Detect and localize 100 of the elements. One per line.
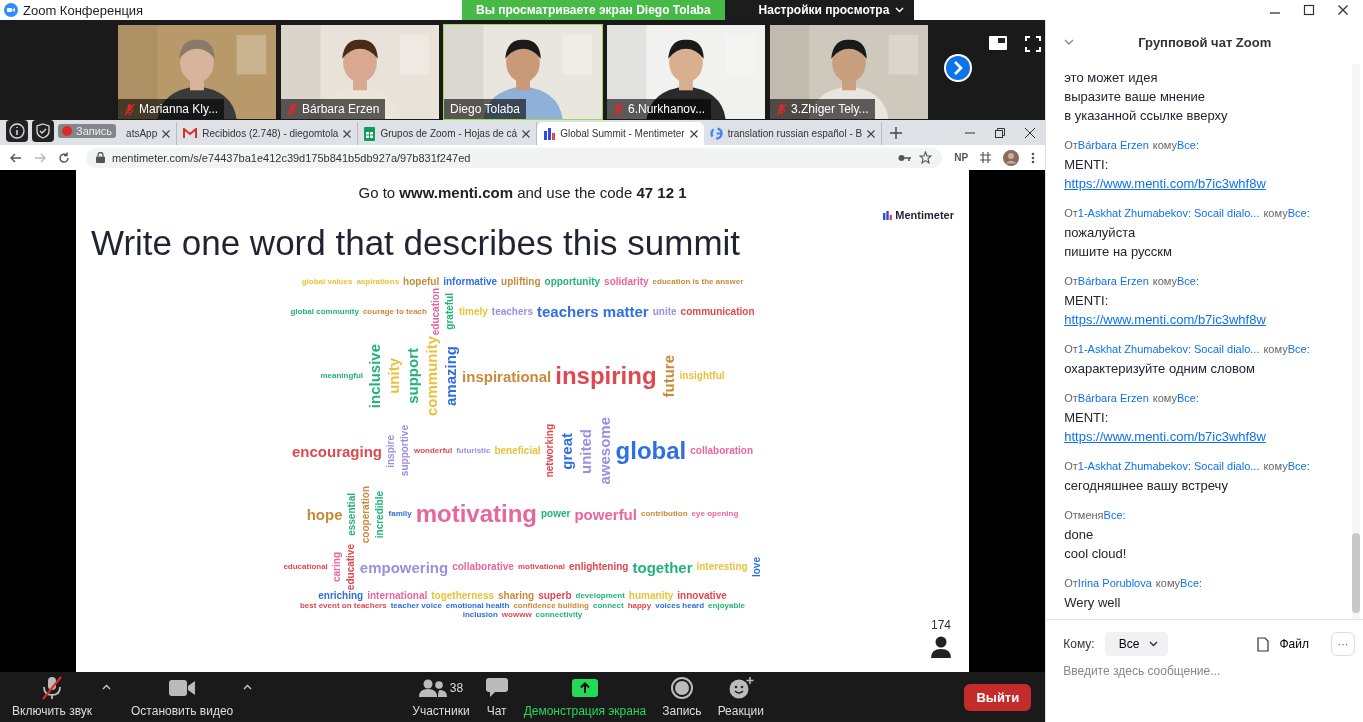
new-tab-icon[interactable] <box>890 127 903 139</box>
video-tile[interactable]: Marianna Kly... <box>117 24 277 120</box>
participant-name: 3.Zhiger Tely... <box>791 102 869 116</box>
fullscreen-icon[interactable] <box>1025 36 1041 52</box>
toolbar-button[interactable]: Остановить видео <box>125 672 240 722</box>
reload-icon[interactable] <box>58 151 70 164</box>
sender-name[interactable]: 1-Askhat Zhumabekov: Socail dialo... <box>1077 343 1260 355</box>
record-icon <box>670 677 693 699</box>
from-label: От <box>1064 139 1078 151</box>
address-bar[interactable]: mentimeter.com/s/e74437ba1e412c39d175b841b5db927a/97b831f247ed <box>86 147 943 168</box>
participant-name: Marianna Kly... <box>139 102 219 116</box>
to-label: кому <box>1263 343 1288 355</box>
from-label: От <box>1064 509 1078 521</box>
window-title: Zoom Конференция <box>23 2 144 18</box>
participant-count: 38 <box>449 681 464 695</box>
close-tab-icon[interactable] <box>522 129 531 138</box>
emoji-add-icon <box>727 677 754 699</box>
participant-name: Diego Tolaba <box>450 102 520 116</box>
view-options-button[interactable]: Настройки просмотра <box>724 0 915 20</box>
caret-icon[interactable] <box>102 684 112 690</box>
spreadsheet-icon <box>364 126 376 141</box>
toolbar-button[interactable]: Включить звук <box>6 672 99 722</box>
muted-mic-icon <box>41 676 63 700</box>
sender-name[interactable]: 1-Askhat Zhumabekov: Socail dialo... <box>1077 460 1260 472</box>
scrollbar[interactable] <box>1352 64 1360 619</box>
message-link[interactable]: https://www.menti.com/b7ic3whf8w <box>1064 427 1352 446</box>
sender-name[interactable]: 1-Askhat Zhumabekov: Socail dialo... <box>1077 207 1260 219</box>
close-tab-icon[interactable] <box>867 129 876 138</box>
close-tab-icon[interactable] <box>162 129 171 138</box>
toolbar-button[interactable]: Демонстрация экрана <box>517 672 653 722</box>
shield-icon[interactable] <box>32 119 54 142</box>
recipient-name: Все: <box>1177 275 1200 287</box>
toolbar-button[interactable]: Реакции <box>711 672 770 722</box>
message-link[interactable]: https://www.menti.com/b7ic3whf8w <box>1064 310 1352 329</box>
from-label: От <box>1064 392 1078 404</box>
restore-icon[interactable] <box>995 128 1006 138</box>
video-tile[interactable]: Diego Tolaba <box>443 24 603 120</box>
from-label: От <box>1064 577 1078 589</box>
toolbar-button[interactable]: 38 Участники <box>406 672 476 722</box>
recipient-name: Все: <box>1177 139 1200 151</box>
message-text: в указанной ссылке вверху <box>1064 107 1229 125</box>
more-button[interactable]: ··· <box>1331 632 1355 656</box>
participant-name: 6.Nurkhanov... <box>628 102 706 116</box>
next-arrow-icon[interactable] <box>943 53 973 83</box>
slide-title: Write one word that describes this summit <box>91 223 742 263</box>
chat-title: Групповой чат Zoom <box>1138 34 1272 50</box>
zoom-logo-icon <box>4 3 18 17</box>
recipient-name: Все: <box>1287 343 1310 355</box>
file-button[interactable]: Файл <box>1251 635 1315 653</box>
message-text: сегодняшнее вашу встречу <box>1064 477 1229 495</box>
message-text: MENTI: <box>1064 156 1110 174</box>
recording-label: Запись <box>76 124 113 137</box>
collapse-chevron-icon[interactable] <box>1064 39 1075 45</box>
recipient-dropdown[interactable]: Все <box>1104 632 1169 656</box>
video-tile[interactable]: 6.Nurkhanov... <box>606 24 766 120</box>
layout-icon[interactable] <box>989 36 1007 50</box>
star-icon[interactable] <box>919 151 933 164</box>
lock-icon <box>96 152 105 163</box>
message-text: это может идея <box>1064 69 1159 87</box>
document-icon <box>1257 636 1270 652</box>
sender-name[interactable]: Bárbara Erzen <box>1077 275 1149 287</box>
caret-icon[interactable] <box>243 684 253 690</box>
sender-name[interactable]: меня <box>1077 509 1104 521</box>
video-tile[interactable]: 3.Zhiger Tely... <box>769 24 929 120</box>
toolbar-button[interactable]: Чат <box>479 672 514 722</box>
grid-icon[interactable] <box>980 152 992 163</box>
profile-avatar-icon[interactable] <box>1003 149 1020 166</box>
menu-icon[interactable] <box>1031 151 1036 164</box>
sender-name[interactable]: Irina Porublova <box>1077 577 1152 589</box>
back-icon[interactable] <box>10 151 22 164</box>
close-icon[interactable] <box>1025 128 1036 138</box>
maximize-icon[interactable] <box>1303 4 1315 16</box>
scrollbar-thumb[interactable] <box>1352 533 1360 613</box>
key-icon[interactable] <box>898 153 913 162</box>
from-label: От <box>1064 207 1078 219</box>
close-tab-icon[interactable] <box>689 129 698 138</box>
recipient-name: Все: <box>1180 577 1203 589</box>
screen-share-banner: Вы просматриваете экран Diego Tolaba <box>462 0 725 20</box>
toolbar-button[interactable]: Запись <box>656 672 708 722</box>
close-icon[interactable] <box>1337 4 1349 16</box>
browser-tab[interactable]: Global Summit - Mentimeter <box>537 122 704 145</box>
video-camera-icon <box>169 680 196 696</box>
chevron-icon <box>895 7 905 13</box>
sender-name[interactable]: Bárbara Erzen <box>1077 392 1149 404</box>
sender-name[interactable]: Bárbara Erzen <box>1077 139 1149 151</box>
people-icon <box>418 679 447 697</box>
leave-button[interactable]: Выйти <box>964 683 1032 711</box>
bar-chart-icon <box>883 210 893 220</box>
from-label: От <box>1064 275 1078 287</box>
message-text: done <box>1064 526 1095 544</box>
message-text: выразите ваше мнение <box>1064 88 1206 106</box>
message-text: Wery well <box>1064 594 1122 612</box>
video-tile[interactable]: Bárbara Erzen <box>280 24 440 120</box>
info-icon[interactable] <box>6 119 28 142</box>
message-link[interactable]: https://www.menti.com/b7ic3whf8w <box>1064 174 1352 193</box>
mail-icon <box>183 128 198 139</box>
response-count: 174 <box>930 618 951 632</box>
close-tab-icon[interactable] <box>343 129 352 138</box>
message-text: cool cloud! <box>1064 545 1128 563</box>
extension-button[interactable]: NP <box>954 152 969 163</box>
